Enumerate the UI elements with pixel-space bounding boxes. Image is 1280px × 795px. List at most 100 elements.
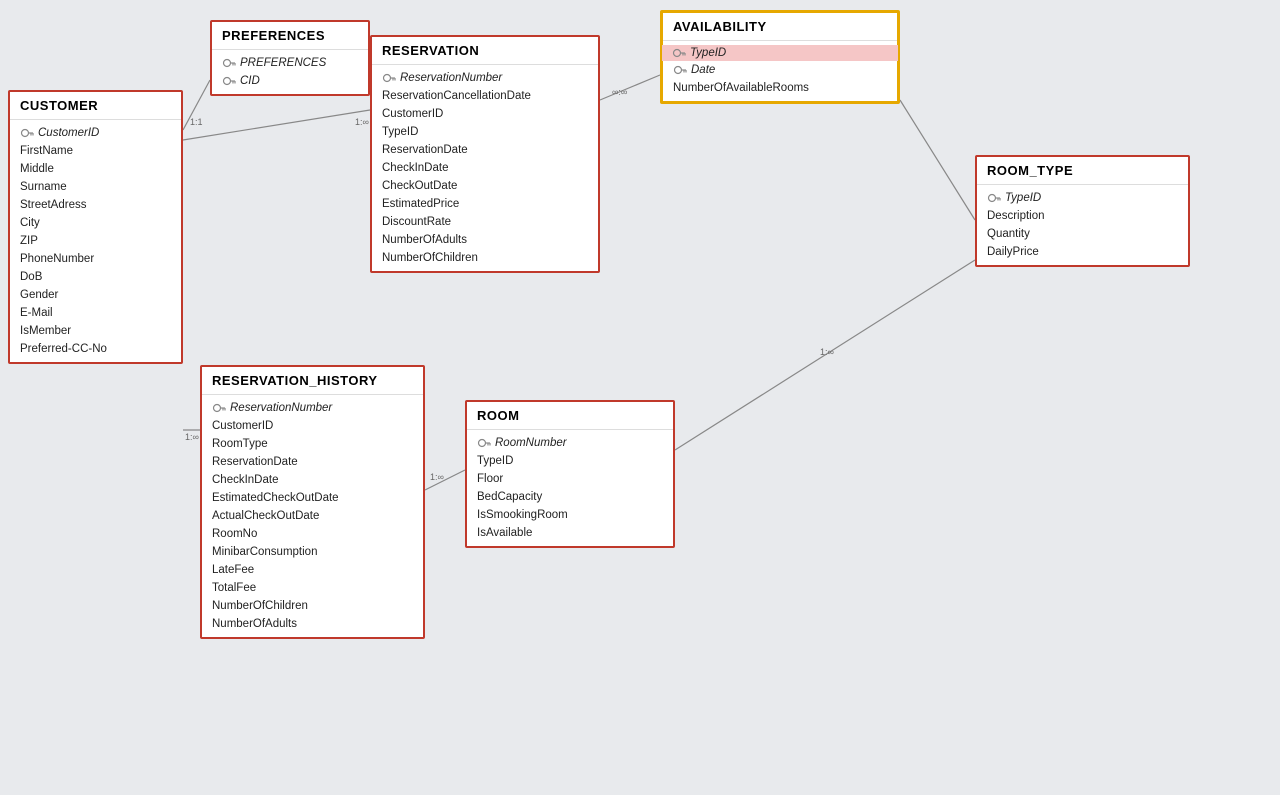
field-name: DoB	[20, 271, 42, 283]
reservation-history-table-header: RESERVATION_HISTORY	[202, 367, 423, 395]
field-name: CustomerID	[382, 108, 443, 120]
reservation-history-table-body: ReservationNumber CustomerID RoomType Re…	[202, 395, 423, 637]
field-name: Quantity	[987, 228, 1030, 240]
room-type-table-header: ROOM_TYPE	[977, 157, 1188, 185]
field-name: IsMember	[20, 325, 71, 337]
availability-table: AVAILABILITY TypeID Date NumberOfAvailab…	[660, 10, 900, 104]
table-row: ReservationDate	[202, 453, 423, 471]
field-name: City	[20, 217, 40, 229]
table-row: Surname	[10, 178, 181, 196]
preferences-table-header: PREFERENCES	[212, 22, 368, 50]
table-row: Description	[977, 207, 1188, 225]
field-name: NumberOfAdults	[382, 234, 467, 246]
field-name: TypeID	[477, 455, 513, 467]
table-row: PhoneNumber	[10, 250, 181, 268]
table-row: DoB	[10, 268, 181, 286]
customer-table-body: CustomerID FirstName Middle Surname Stre…	[10, 120, 181, 362]
field-name: Preferred-CC-No	[20, 343, 107, 355]
pk-icon	[20, 126, 34, 140]
table-row: NumberOfAdults	[202, 615, 423, 633]
field-name: CustomerID	[212, 420, 273, 432]
table-row: TypeID	[372, 123, 598, 141]
table-row: PREFERENCES	[212, 54, 368, 72]
table-row: TypeID	[467, 452, 673, 470]
reservation-table: RESERVATION ReservationNumber Reservatio…	[370, 35, 600, 273]
diagram-canvas: 1:1 1:∞ 1:∞ ∞:∞ 1:∞ 1:∞ CUSTOMER Custome…	[0, 0, 1280, 795]
field-name: IsSmookingRoom	[477, 509, 568, 521]
table-row: Quantity	[977, 225, 1188, 243]
field-name: CheckInDate	[212, 474, 278, 486]
field-name: DailyPrice	[987, 246, 1039, 258]
table-row: IsMember	[10, 322, 181, 340]
table-row: ReservationNumber	[372, 69, 598, 87]
field-name: IsAvailable	[477, 527, 532, 539]
field-name: StreetAdress	[20, 199, 86, 211]
preferences-table-body: PREFERENCES CID	[212, 50, 368, 94]
table-row: StreetAdress	[10, 196, 181, 214]
field-name: NumberOfChildren	[212, 600, 308, 612]
svg-text:1:∞: 1:∞	[185, 432, 199, 442]
table-row: CustomerID	[202, 417, 423, 435]
field-name: TypeID	[1005, 192, 1041, 204]
pk-icon	[673, 63, 687, 77]
table-row: Floor	[467, 470, 673, 488]
field-name: CheckOutDate	[382, 180, 457, 192]
pk-icon	[382, 71, 396, 85]
field-name: ReservationNumber	[400, 72, 502, 84]
svg-text:1:∞: 1:∞	[430, 472, 444, 482]
table-row: FirstName	[10, 142, 181, 160]
table-row: BedCapacity	[467, 488, 673, 506]
field-name: MinibarConsumption	[212, 546, 317, 558]
field-name: ReservationCancellationDate	[382, 90, 531, 102]
field-name: ReservationDate	[212, 456, 298, 468]
field-name: Gender	[20, 289, 58, 301]
field-name: CheckInDate	[382, 162, 448, 174]
field-name: EstimatedCheckOutDate	[212, 492, 339, 504]
table-row: ZIP	[10, 232, 181, 250]
connector-lines: 1:1 1:∞ 1:∞ ∞:∞ 1:∞ 1:∞	[0, 0, 1280, 795]
pk-icon	[477, 436, 491, 450]
svg-text:1:∞: 1:∞	[820, 347, 834, 357]
field-name: TotalFee	[212, 582, 256, 594]
field-name: PhoneNumber	[20, 253, 94, 265]
table-row: Preferred-CC-No	[10, 340, 181, 358]
svg-text:1:∞: 1:∞	[355, 117, 369, 127]
field-name: TypeID	[690, 47, 726, 59]
room-type-table: ROOM_TYPE TypeID Description Quantity Da…	[975, 155, 1190, 267]
svg-text:1:1: 1:1	[190, 117, 203, 127]
table-row: TypeID	[977, 189, 1188, 207]
table-row: NumberOfAdults	[372, 231, 598, 249]
field-name: RoomNo	[212, 528, 257, 540]
field-name: CID	[240, 75, 260, 87]
table-row: LateFee	[202, 561, 423, 579]
table-row: CustomerID	[10, 124, 181, 142]
field-name: Floor	[477, 473, 503, 485]
field-name: Date	[691, 64, 715, 76]
table-row: ReservationDate	[372, 141, 598, 159]
table-row: ReservationNumber	[202, 399, 423, 417]
table-row-highlighted: TypeID	[662, 45, 898, 61]
room-table: ROOM RoomNumber TypeID Floor BedCapacity…	[465, 400, 675, 548]
customer-table: CUSTOMER CustomerID FirstName Middle Sur…	[8, 90, 183, 364]
table-row: NumberOfChildren	[202, 597, 423, 615]
table-row: MinibarConsumption	[202, 543, 423, 561]
room-table-header: ROOM	[467, 402, 673, 430]
field-name: BedCapacity	[477, 491, 542, 503]
field-name: E-Mail	[20, 307, 53, 319]
table-row: NumberOfChildren	[372, 249, 598, 267]
table-row: City	[10, 214, 181, 232]
pk-icon	[212, 401, 226, 415]
field-name: NumberOfChildren	[382, 252, 478, 264]
table-row: CheckInDate	[372, 159, 598, 177]
reservation-table-header: RESERVATION	[372, 37, 598, 65]
field-name: TypeID	[382, 126, 418, 138]
pk-icon	[987, 191, 1001, 205]
table-row: ActualCheckOutDate	[202, 507, 423, 525]
table-row: NumberOfAvailableRooms	[663, 79, 897, 97]
pk-icon	[222, 74, 236, 88]
table-row: RoomType	[202, 435, 423, 453]
table-row: IsSmookingRoom	[467, 506, 673, 524]
table-row: E-Mail	[10, 304, 181, 322]
field-name: RoomType	[212, 438, 268, 450]
preferences-table: PREFERENCES PREFERENCES CID	[210, 20, 370, 96]
